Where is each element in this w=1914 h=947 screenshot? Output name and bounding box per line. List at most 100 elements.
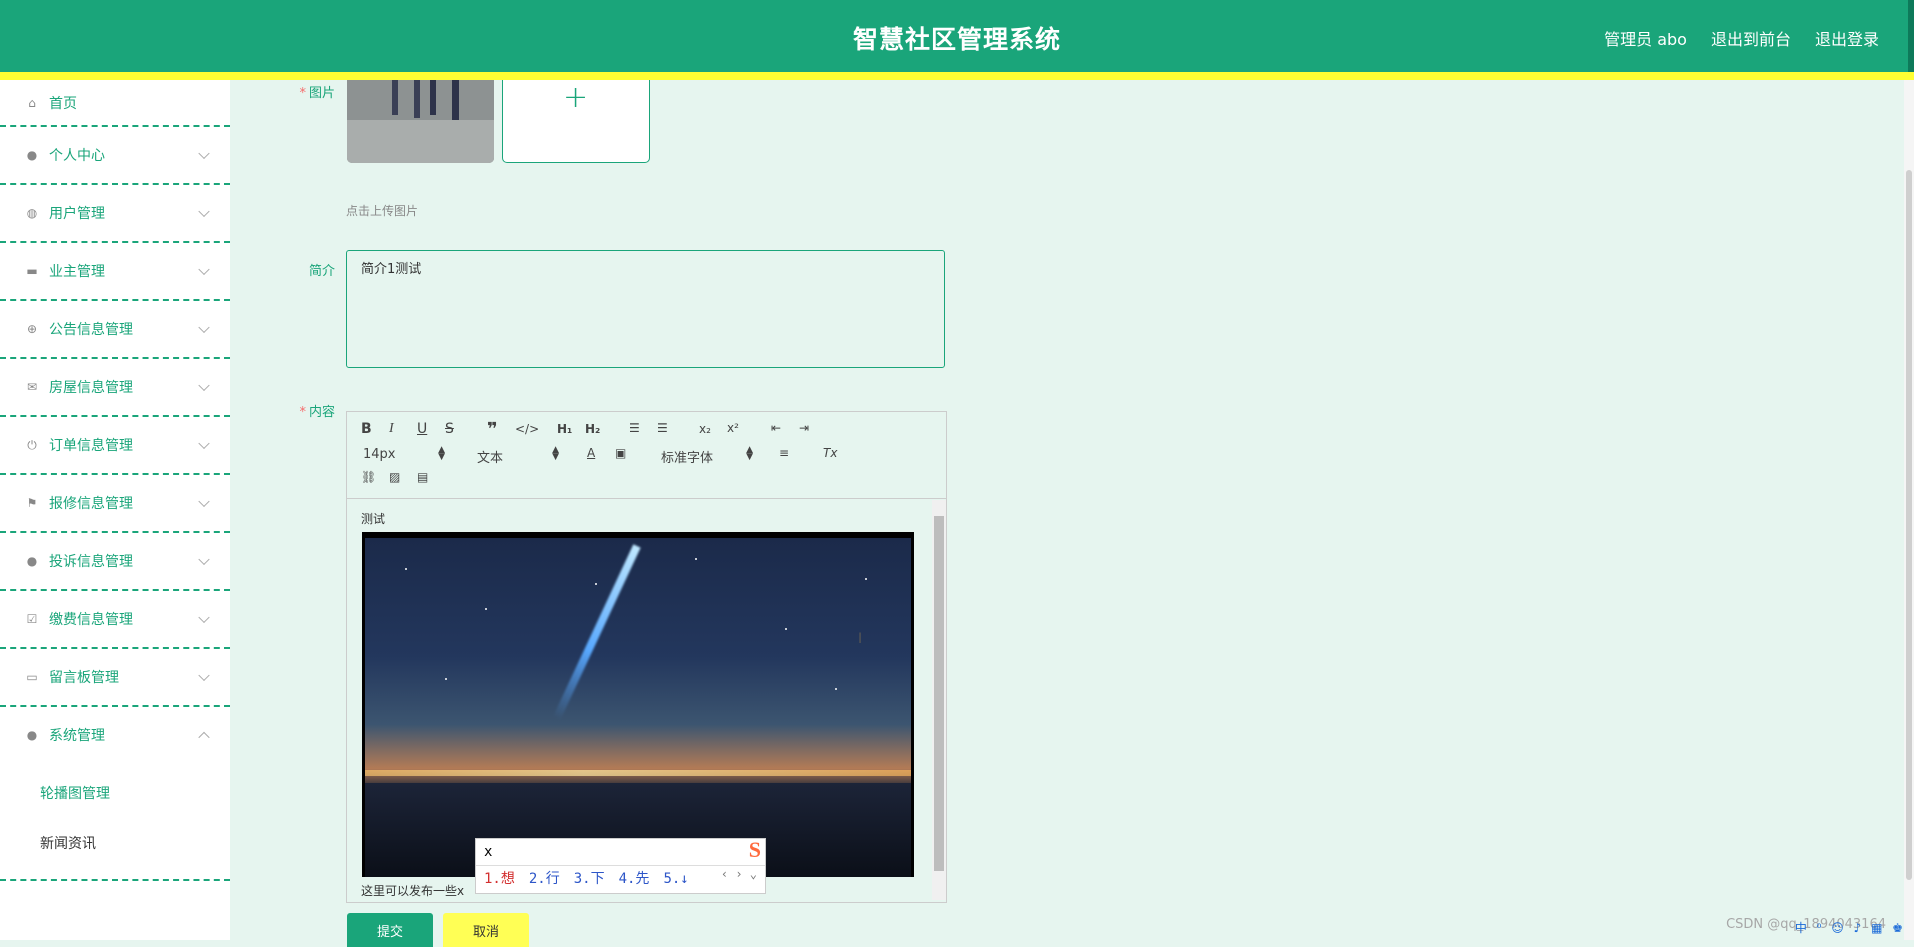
microphone-icon: ◍: [26, 206, 38, 220]
subscript-button[interactable]: x₂: [699, 422, 711, 436]
editor-scroll-thumb[interactable]: [934, 516, 944, 871]
mail-icon: ✉: [26, 380, 38, 394]
rich-text-editor[interactable]: B I U S ❞ </> H₁ H₂ ☰ ☰ x₂ x² ⇤ ⇥ 14px ▲ ▼…: [346, 411, 947, 903]
intro-textarea[interactable]: 简介1测试: [346, 250, 945, 368]
sidebar-item-label: 个人中心: [49, 148, 105, 164]
sogou-logo-icon: S: [748, 837, 761, 862]
location-icon: ●: [26, 554, 38, 568]
page-scroll-thumb[interactable]: [1906, 170, 1912, 880]
chevron-down-icon: [198, 669, 210, 682]
sidebar-item-home[interactable]: ⌂ 首页: [0, 80, 230, 127]
submenu-item-news[interactable]: 新闻资讯: [0, 819, 230, 869]
sky-background: [365, 538, 911, 877]
submenu-item-carousel[interactable]: 轮播图管理: [0, 769, 230, 819]
sidebar-item-label: 投诉信息管理: [49, 554, 133, 570]
sidebar-item-system-management[interactable]: ● 系统管理: [0, 707, 230, 763]
ime-candidate[interactable]: 5.↓: [663, 866, 688, 892]
video-icon[interactable]: ▤: [417, 470, 428, 484]
chevron-down-icon: [198, 205, 210, 218]
flag-icon: ⚑: [26, 496, 38, 510]
font-color-icon[interactable]: A: [587, 446, 595, 460]
sidebar-item-payment-management[interactable]: ☑ 缴费信息管理: [0, 591, 230, 649]
ime-candidate[interactable]: 1.想: [484, 866, 515, 892]
heading2-button[interactable]: H₂: [585, 422, 600, 436]
underline-button[interactable]: U: [417, 421, 427, 437]
background-color-icon[interactable]: ▣: [615, 446, 626, 460]
outdent-icon[interactable]: ⇤: [771, 421, 781, 435]
sidebar-item-label: 业主管理: [49, 264, 105, 280]
editor-toolbar: B I U S ❞ </> H₁ H₂ ☰ ☰ x₂ x² ⇤ ⇥ 14px ▲ ▼…: [347, 412, 946, 499]
font-family-select[interactable]: 标准字体 ▲ ▼: [661, 446, 753, 467]
chevron-down-icon: [198, 437, 210, 450]
chevron-up-icon: [198, 731, 210, 744]
editor-scrollbar[interactable]: [932, 500, 946, 900]
header-accent-bar: [0, 72, 1914, 80]
sidebar-item-label: 留言板管理: [49, 670, 119, 686]
ime-candidate[interactable]: 4.先: [619, 866, 650, 892]
clear-format-icon[interactable]: Tx: [823, 446, 837, 460]
sidebar-item-personal-center[interactable]: ● 个人中心: [0, 127, 230, 185]
star: [695, 558, 697, 560]
logout-link[interactable]: 退出登录: [1815, 26, 1879, 50]
font-size-value: 14px: [363, 447, 396, 462]
sidebar-item-repair-management[interactable]: ⚑ 报修信息管理: [0, 475, 230, 533]
admin-user-link[interactable]: 管理员 abo: [1604, 26, 1687, 50]
link-icon[interactable]: ⛓: [361, 470, 376, 484]
cancel-button[interactable]: 取消: [443, 913, 529, 947]
blockquote-icon[interactable]: ❞: [487, 419, 498, 440]
sidebar-item-house-management[interactable]: ✉ 房屋信息管理: [0, 359, 230, 417]
chevron-down-icon: [198, 379, 210, 392]
target-icon: ⊕: [26, 322, 38, 336]
strikethrough-button[interactable]: S: [445, 421, 454, 437]
sidebar-item-order-management[interactable]: ⏻ 订单信息管理: [0, 417, 230, 475]
superscript-button[interactable]: x²: [727, 421, 739, 435]
ordered-list-icon[interactable]: ☰: [629, 421, 640, 435]
chevron-down-icon: [198, 495, 210, 508]
content-label: * 内容: [255, 401, 335, 420]
sidebar-item-complaint-management[interactable]: ● 投诉信息管理: [0, 533, 230, 591]
sidebar-item-announcement-management[interactable]: ⊕ 公告信息管理: [0, 301, 230, 359]
sidebar-item-message-board[interactable]: ▭ 留言板管理: [0, 649, 230, 707]
city-lights: [365, 770, 911, 776]
chevron-down-icon: [198, 553, 210, 566]
walking-people-image: [347, 80, 494, 163]
ime-candidate-window[interactable]: x 1.想 2.行 3.下 4.先 5.↓ S ‹ › ⌄: [475, 837, 766, 894]
sidebar-item-user-management[interactable]: ◍ 用户管理: [0, 185, 230, 243]
block-format-select[interactable]: 文本 ▲ ▼: [477, 446, 559, 467]
submit-button[interactable]: 提交: [347, 913, 433, 947]
star: [445, 678, 447, 680]
header-nav: 管理员 abo 退出到前台 退出登录: [1604, 26, 1879, 50]
exit-to-frontend-link[interactable]: 退出到前台: [1711, 26, 1791, 50]
checkbox-icon: ☑: [26, 612, 38, 626]
italic-button[interactable]: I: [389, 421, 394, 437]
editor-content[interactable]: 测试 这里可以发布一些x x 1.想 2.行 3.下 4.先 5.↓ S ‹ ›…: [347, 500, 930, 900]
bullet-list-icon[interactable]: ☰: [657, 421, 668, 435]
heading1-button[interactable]: H₁: [557, 422, 572, 436]
align-icon[interactable]: ≡: [779, 446, 789, 460]
image-upload-button[interactable]: +: [502, 80, 650, 163]
sidebar-item-owner-management[interactable]: ▬ 业主管理: [0, 243, 230, 301]
uploaded-image-thumbnail[interactable]: [347, 80, 494, 163]
main-content: * 图片 + 点击上传图片 简介 简介1测试 * 内容 B I U S ❞ </> …: [255, 80, 1875, 947]
star: [485, 608, 487, 610]
upload-hint: 点击上传图片: [346, 204, 419, 218]
select-arrows-icon: ▲ ▼: [438, 445, 445, 462]
indent-icon[interactable]: ⇥: [799, 421, 809, 435]
ime-candidate[interactable]: 3.下: [574, 866, 605, 892]
font-family-value: 标准字体: [661, 451, 714, 466]
ime-page-arrows-icon[interactable]: ‹ › ⌄: [721, 867, 757, 881]
font-size-select[interactable]: 14px ▲ ▼: [363, 445, 445, 463]
code-block-icon[interactable]: </>: [515, 422, 539, 436]
ime-candidate[interactable]: 2.行: [529, 866, 560, 892]
chevron-down-icon: [198, 147, 210, 160]
star: [595, 583, 597, 585]
system-submenu: 轮播图管理 新闻资讯: [0, 763, 230, 881]
bold-button[interactable]: B: [361, 421, 372, 437]
header-edge: [1908, 0, 1914, 72]
image-icon[interactable]: ▨: [389, 470, 400, 484]
night-sky-comet-image[interactable]: [362, 532, 914, 877]
user-icon: ●: [26, 148, 38, 162]
app-header: 智慧社区管理系统 管理员 abo 退出到前台 退出登录: [0, 0, 1914, 72]
page-scrollbar[interactable]: [1904, 80, 1914, 940]
monitor-icon: ▭: [26, 670, 38, 684]
